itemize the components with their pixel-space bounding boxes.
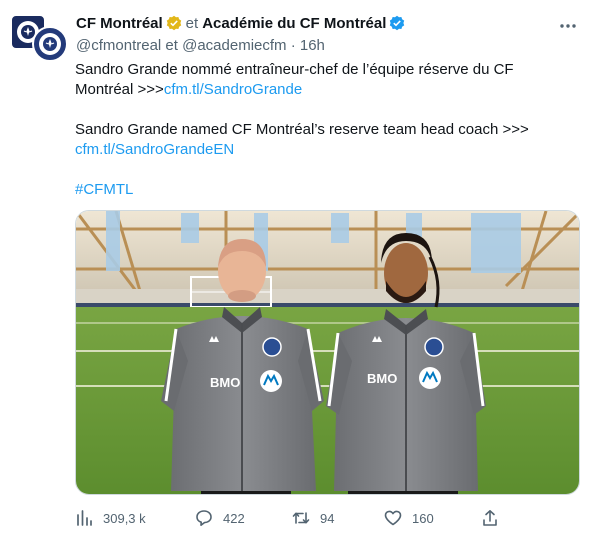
fr-link[interactable]: cfm.tl/SandroGrande: [164, 81, 302, 98]
academy-crest-icon: [39, 33, 61, 55]
handles-text[interactable]: @cfmontreal et @academiecfm: [76, 37, 287, 54]
action-bar: 309,3 k 422 94 160: [75, 508, 580, 528]
tweet-photo[interactable]: BMO BMO: [75, 210, 580, 495]
verified-blue-icon: [390, 15, 405, 31]
dot-separator: ·: [290, 37, 296, 54]
author-names: CF Montréal et Académie du CF Montréal: [76, 14, 580, 34]
avatar-group[interactable]: [10, 14, 68, 62]
tweet-paragraph-fr: Sandro Grande nommé entraîneur-chef de l…: [75, 60, 575, 100]
reply-button[interactable]: 422: [195, 508, 245, 528]
verified-gold-icon: [166, 15, 181, 31]
tweet-header: CF Montréal et Académie du CF Montréal @cf…: [76, 14, 580, 60]
tweet-paragraph-hashtag: #CFMTL: [75, 180, 575, 200]
shirt-text-right: BMO: [367, 371, 397, 386]
avatar-academie-cf-montreal[interactable]: [32, 26, 68, 62]
retweet-icon: [292, 512, 310, 524]
en-link[interactable]: cfm.tl/SandroGrandeEN: [75, 141, 234, 158]
tweet-text: Sandro Grande nommé entraîneur-chef de l…: [75, 60, 575, 200]
views-button[interactable]: 309,3 k: [75, 508, 146, 528]
more-icon[interactable]: [556, 16, 580, 36]
share-icon: [483, 510, 497, 526]
like-button[interactable]: 160: [384, 508, 434, 528]
photo-two-coaches: BMO BMO: [76, 211, 579, 494]
retweet-count: 94: [320, 510, 335, 526]
en-text: Sandro Grande named CF Montréal’s reserv…: [75, 121, 529, 138]
tweet-paragraph-en: Sandro Grande named CF Montréal’s reserv…: [75, 120, 575, 160]
views-count: 309,3 k: [103, 510, 146, 526]
author-name-2[interactable]: Académie du CF Montréal: [202, 15, 386, 32]
heart-icon: [384, 510, 402, 526]
like-count: 160: [412, 510, 434, 526]
author-handles: @cfmontreal et @academiecfm · 16h: [76, 36, 580, 56]
analytics-icon: [77, 510, 92, 526]
reply-count: 422: [223, 510, 245, 526]
retweet-button[interactable]: 94: [292, 508, 334, 528]
share-button[interactable]: [481, 508, 509, 528]
timestamp[interactable]: 16h: [300, 37, 325, 54]
shirt-text-left: BMO: [210, 375, 240, 390]
hashtag-link[interactable]: #CFMTL: [75, 181, 133, 198]
author-name-1[interactable]: CF Montréal: [76, 15, 163, 32]
author-joiner: et: [185, 15, 199, 32]
tweet[interactable]: CF Montréal et Académie du CF Montréal @cf…: [0, 0, 600, 542]
reply-icon: [196, 510, 212, 526]
